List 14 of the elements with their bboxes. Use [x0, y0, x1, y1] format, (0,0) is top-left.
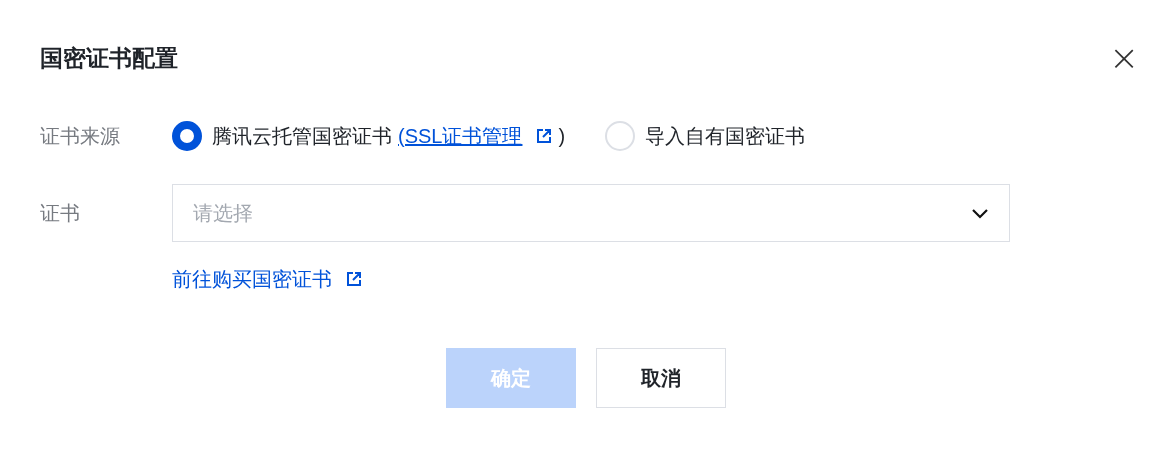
chevron-down-icon — [971, 207, 989, 219]
external-link-icon — [346, 271, 362, 287]
radio-label: 腾讯云托管国密证书 — [212, 124, 392, 149]
field-label: 证书 — [40, 201, 81, 226]
dialog-title: 国密证书配置 — [40, 44, 178, 73]
radio-label: 导入自有国密证书 — [645, 124, 806, 149]
buy-certificate-link[interactable]: 前往购买国密证书 — [172, 264, 362, 294]
closing-paren: ) — [558, 124, 566, 149]
select-placeholder: 请选择 — [193, 201, 253, 226]
field-label: 证书来源 — [40, 124, 121, 149]
radio-button[interactable] — [172, 121, 202, 151]
ssl-management-link[interactable]: (SSL证书管理 — [392, 121, 553, 151]
external-link-icon — [536, 128, 553, 144]
cancel-button[interactable]: 取消 — [596, 348, 726, 408]
